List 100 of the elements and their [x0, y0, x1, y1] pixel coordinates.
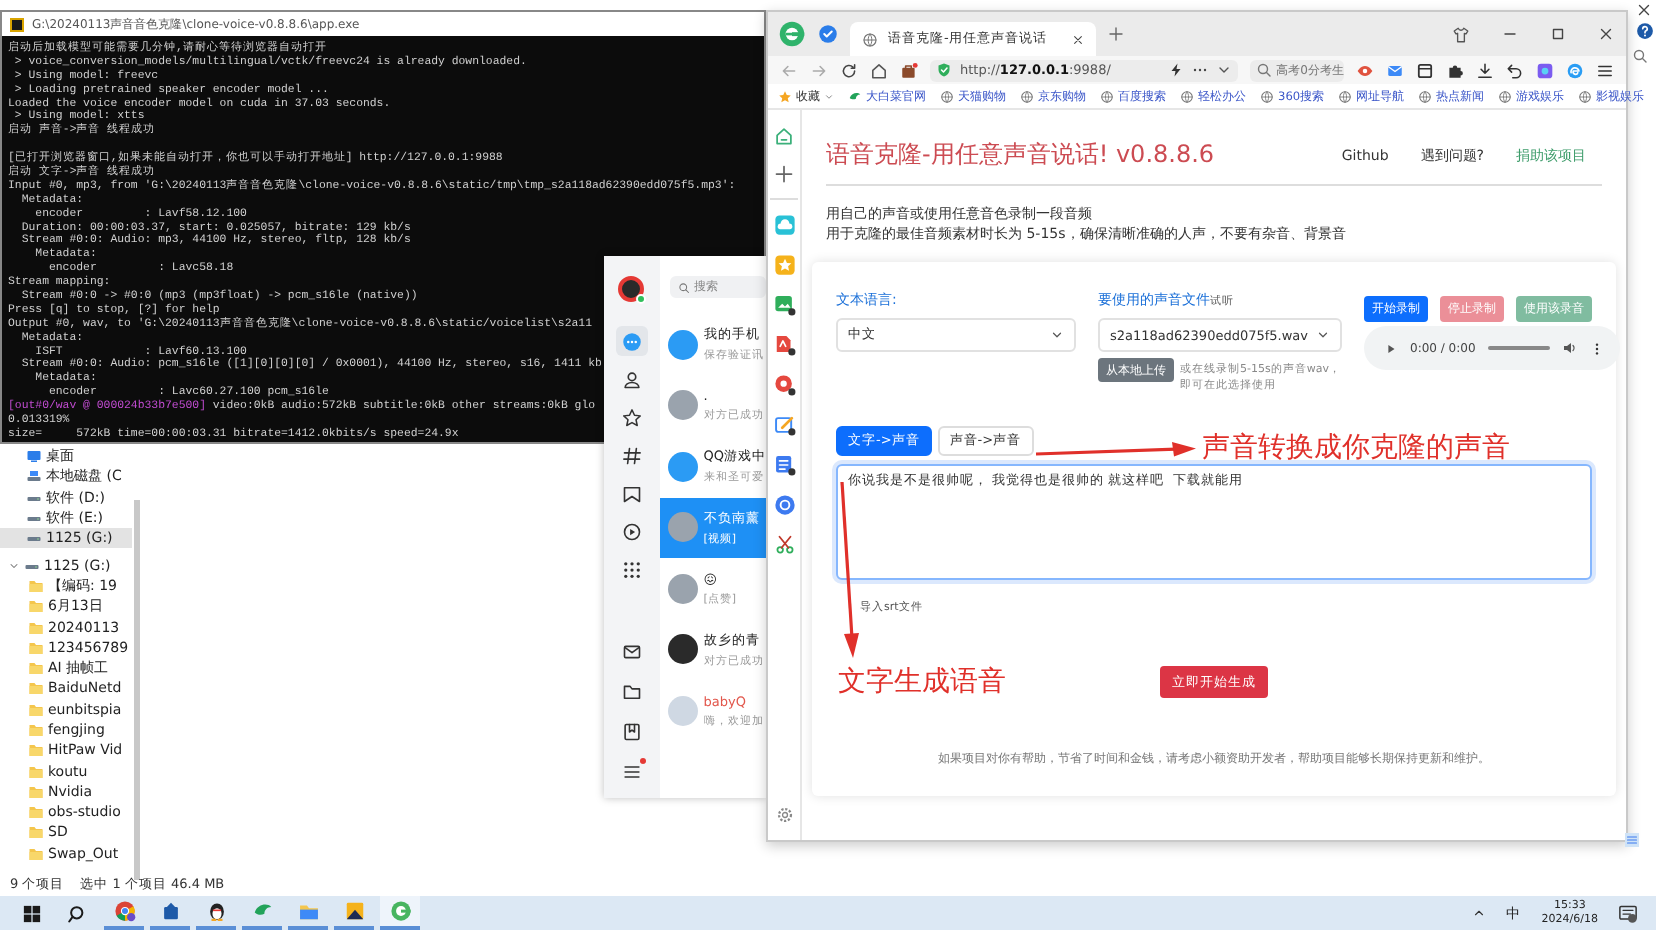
globe-icon: [1578, 89, 1593, 103]
undo-icon[interactable]: [1506, 61, 1524, 79]
status-dot: [636, 294, 647, 304]
folder-icon: [297, 900, 319, 922]
mail-icon[interactable]: [1386, 61, 1404, 79]
search-icon[interactable]: [68, 903, 88, 923]
play-icon: [621, 521, 642, 541]
image-icon[interactable]: [773, 294, 795, 316]
app-icon: [159, 900, 181, 922]
app-icon[interactable]: [1536, 61, 1554, 79]
bolt-icon[interactable]: [1168, 62, 1185, 78]
globe-icon: [1498, 89, 1513, 103]
folder-icon: [28, 660, 44, 677]
chevron-icon: [1316, 328, 1330, 342]
leaf-icon: [848, 89, 862, 103]
record-icon[interactable]: [773, 374, 795, 396]
pen-icon[interactable]: [773, 414, 795, 436]
chevron-icon[interactable]: [1471, 906, 1486, 920]
avatar-icon[interactable]: [618, 276, 645, 302]
globe-icon: [862, 31, 878, 47]
avatar-icon: [667, 390, 698, 421]
close-icon[interactable]: [1636, 2, 1652, 18]
folder-icon: [28, 722, 44, 738]
windows-icon[interactable]: [22, 903, 42, 923]
shield-icon: [936, 62, 952, 78]
folder-icon: [28, 577, 44, 594]
folder-icon: [28, 701, 44, 718]
folder-icon: [28, 639, 44, 656]
browser-logo-icon[interactable]: [778, 20, 806, 48]
play-icon[interactable]: [1384, 341, 1398, 355]
volume-icon[interactable]: [1562, 340, 1578, 356]
globe-icon: [1020, 89, 1034, 103]
maximize-icon[interactable]: [1550, 26, 1566, 42]
scrollbar[interactable]: [134, 500, 140, 880]
circle-icon[interactable]: [773, 494, 795, 516]
avatar-icon: [667, 329, 698, 360]
search-icon: [1256, 62, 1273, 78]
desktop-icon: [26, 448, 42, 465]
app-icon: [10, 17, 24, 31]
window-icon[interactable]: [1416, 61, 1434, 79]
folder-icon: [28, 824, 44, 841]
help-icon[interactable]: [1636, 22, 1654, 40]
caret-icon: [824, 91, 834, 101]
globe-icon: [1100, 89, 1114, 103]
avatar-icon: [667, 695, 698, 726]
shirt-icon[interactable]: [1452, 25, 1470, 43]
annotation-text: 文字生成语音: [838, 664, 1006, 700]
globe-icon: [1260, 89, 1274, 103]
close-icon[interactable]: [1072, 33, 1085, 45]
star-icon[interactable]: [773, 254, 795, 276]
folder-icon: [28, 845, 44, 862]
settings-icon[interactable]: [775, 806, 793, 824]
hash-icon: [621, 445, 642, 465]
star-icon: [621, 407, 642, 427]
search-icon: [677, 281, 690, 293]
scissors-icon[interactable]: [773, 534, 795, 556]
avatar-icon: [667, 634, 698, 665]
folder-icon: [621, 681, 642, 701]
home-icon[interactable]: [870, 61, 888, 79]
new-tab-icon[interactable]: [1108, 26, 1125, 42]
bookmark-icon: [621, 721, 642, 741]
bag-icon[interactable]: [900, 61, 918, 79]
chat-icon: [621, 331, 642, 351]
folder-icon: [28, 783, 44, 800]
annotation-text: 声音转换成你克隆的声音: [1202, 430, 1510, 466]
page-title: 语音克隆-用任意声音说话! v0.8.8.6: [826, 138, 1217, 172]
star-icon: [778, 89, 792, 103]
folder-icon: [28, 763, 44, 780]
plus-icon[interactable]: [774, 164, 794, 184]
close-icon[interactable]: [1598, 26, 1614, 42]
globe-icon: [1418, 89, 1433, 103]
reload-icon[interactable]: [840, 61, 858, 79]
download-icon[interactable]: [1476, 61, 1494, 79]
folder-icon: [28, 680, 44, 697]
puzzle-icon[interactable]: [1446, 61, 1464, 79]
penguin-icon: [205, 900, 227, 922]
avatar-icon: [667, 451, 698, 482]
folder-icon: [28, 619, 44, 636]
folder-icon: [28, 742, 44, 759]
document-icon[interactable]: [773, 454, 795, 476]
mail-icon: [621, 641, 642, 661]
document-icon[interactable]: [773, 334, 795, 356]
chevron-icon: [1050, 328, 1064, 342]
menu-icon: [621, 761, 642, 781]
globe-icon: [1180, 89, 1194, 103]
image-icon: [343, 900, 365, 922]
globe-icon: [1338, 89, 1353, 103]
notification-icon[interactable]: [1618, 903, 1638, 923]
eye-icon[interactable]: [1356, 61, 1374, 79]
chevron-icon[interactable]: [1216, 62, 1233, 78]
swirl-icon[interactable]: [1566, 61, 1584, 79]
globe-icon: [940, 89, 954, 103]
menu-icon[interactable]: [1596, 61, 1614, 79]
folder-icon: [28, 598, 44, 615]
drive-icon: [26, 468, 42, 485]
shield-icon[interactable]: [818, 24, 838, 44]
folder-icon: [28, 804, 44, 821]
avatar-icon: [667, 573, 698, 604]
person-icon: [621, 369, 642, 389]
more-icon[interactable]: [1590, 341, 1604, 355]
